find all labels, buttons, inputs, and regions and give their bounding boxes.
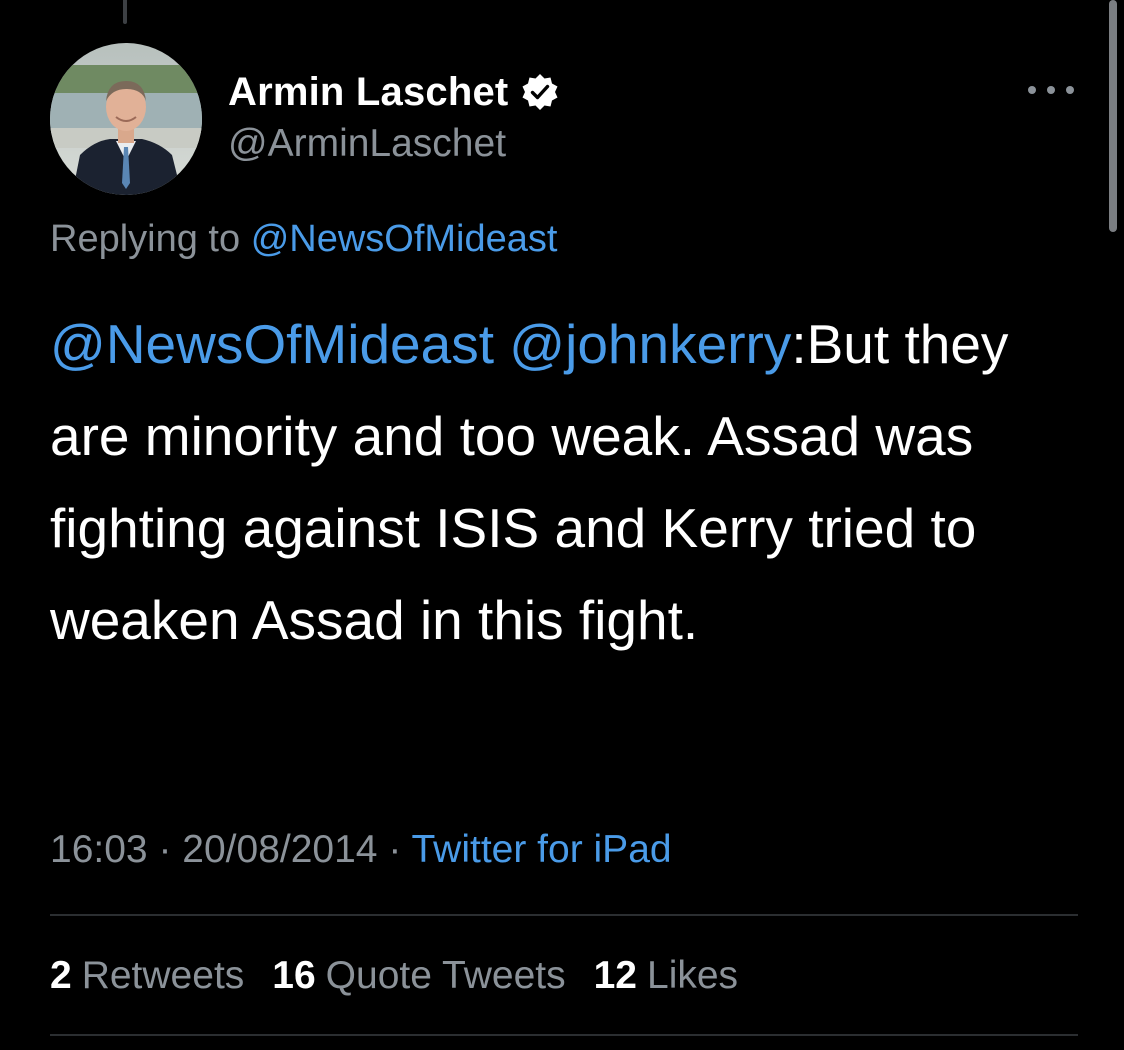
- tweet-time[interactable]: 16:03: [50, 828, 148, 871]
- mention-newsofmideast[interactable]: @NewsOfMideast: [50, 313, 494, 375]
- meta-separator: ·: [158, 828, 172, 871]
- author-name-row[interactable]: Armin Laschet: [228, 66, 560, 118]
- divider: [50, 1034, 1078, 1036]
- likes-count: 12: [593, 954, 637, 997]
- scrollbar[interactable]: [1109, 0, 1117, 232]
- mention-johnkerry[interactable]: @johnkerry: [509, 313, 791, 375]
- divider: [50, 914, 1078, 916]
- quote-tweets-count: 16: [272, 954, 316, 997]
- replying-to-mention[interactable]: @NewsOfMideast: [251, 218, 558, 260]
- tweet-text: @NewsOfMideast @johnkerry:But they are m…: [50, 298, 1080, 666]
- replying-prefix: Replying to: [50, 218, 241, 260]
- likes-stat[interactable]: 12 Likes: [594, 954, 738, 998]
- tweet-meta: 16:03 · 20/08/2014 · Twitter for iPad: [50, 828, 672, 872]
- likes-label: Likes: [647, 954, 739, 997]
- more-dot: [1028, 86, 1036, 94]
- more-options-icon[interactable]: [1028, 82, 1074, 98]
- replying-to-line: Replying to @NewsOfMideast: [50, 218, 557, 261]
- quote-tweets-label: Quote Tweets: [325, 954, 566, 997]
- retweets-label: Retweets: [81, 954, 245, 997]
- quote-tweets-stat[interactable]: 16 Quote Tweets: [272, 954, 565, 998]
- more-dot: [1066, 86, 1074, 94]
- meta-separator: ·: [388, 828, 402, 871]
- engagement-stats: 2 Retweets 16 Quote Tweets 12 Likes: [50, 954, 766, 998]
- retweets-stat[interactable]: 2 Retweets: [50, 954, 244, 998]
- avatar[interactable]: [50, 43, 202, 195]
- thread-connector-line: [123, 0, 127, 24]
- author-display-name[interactable]: Armin Laschet: [228, 70, 508, 115]
- retweets-count: 2: [50, 954, 72, 997]
- author-handle[interactable]: @ArminLaschet: [228, 122, 506, 166]
- tweet-date[interactable]: 20/08/2014: [182, 828, 377, 871]
- tweet-source[interactable]: Twitter for iPad: [411, 828, 671, 871]
- verified-badge-icon: [522, 74, 558, 110]
- more-dot: [1047, 86, 1055, 94]
